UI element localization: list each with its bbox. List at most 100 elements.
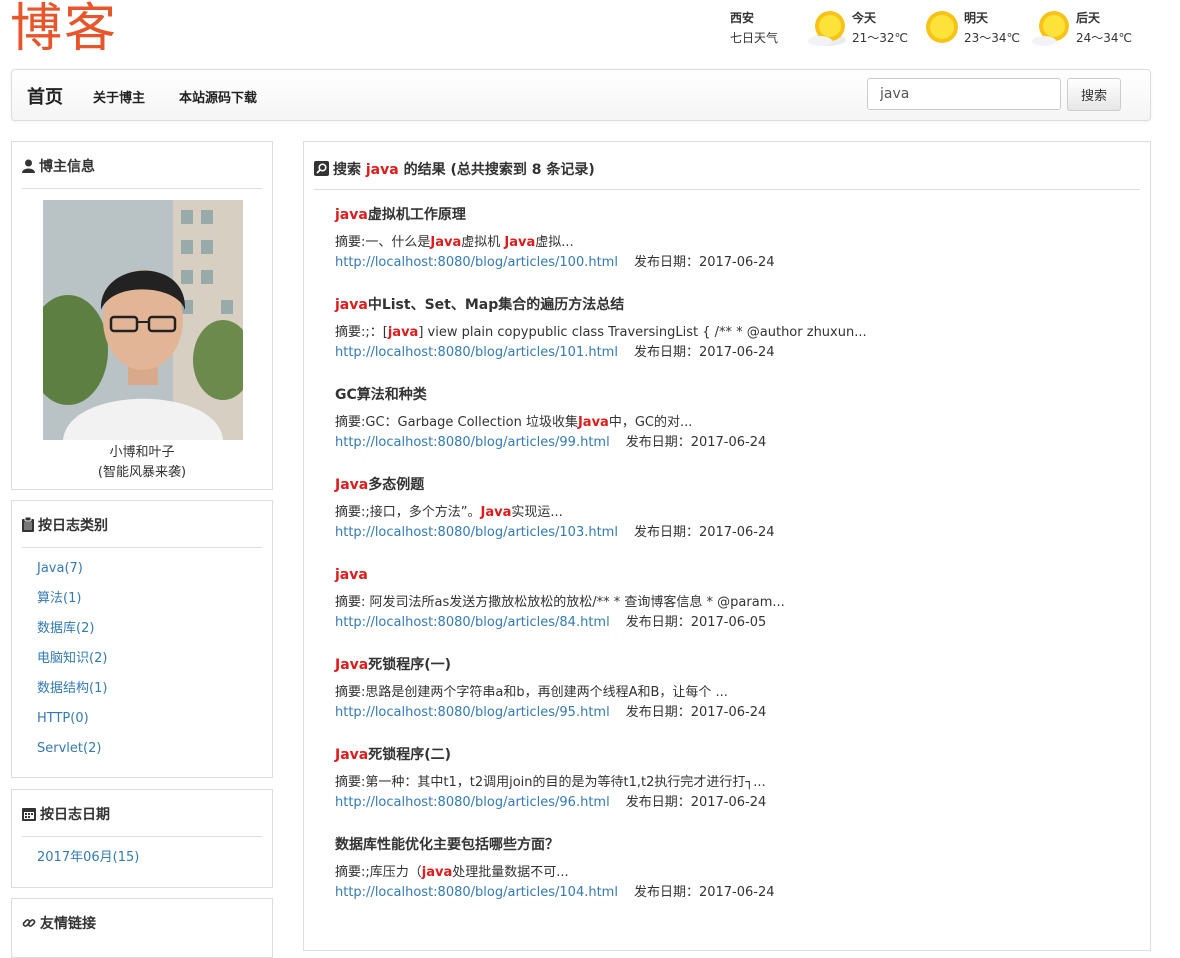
result-title-keyword: java [335,297,368,313]
result-summary: 摘要:一、什么是Java虚拟机 Java虚拟... [335,234,1115,252]
list-item: 数据库(2) [37,619,107,649]
result-title-text: 中List、Set、Map集合的遍历方法总结 [367,297,625,313]
result-meta: http://localhost:8080/blog/articles/84.h… [335,614,1115,632]
result-meta: http://localhost:8080/blog/articles/103.… [335,524,1115,542]
sunny-icon [808,11,846,46]
weather-day-after: 后天 24～34℃ [1032,8,1144,48]
results-keyword: java [365,162,399,178]
nav-about[interactable]: 关于博主 [93,87,145,106]
list-item: 数据结构(1) [37,679,107,709]
result-title-text: 数据库性能优化主要包括哪些方面？ [335,837,559,853]
search-input[interactable] [867,78,1061,110]
date-title-text: 按日志日期 [40,807,110,823]
summary-keyword: Java [577,415,609,430]
date-link-2017-06[interactable]: 2017年06月(15) [37,850,139,865]
clipboard-icon [22,517,34,532]
result-date: 发布日期：2017-06-24 [633,345,775,360]
summary-text: 虚拟机 [461,235,505,250]
user-icon [22,159,35,173]
summary-keyword: Java [504,235,536,250]
result-title[interactable]: 数据库性能优化主要包括哪些方面？ [335,836,1115,854]
nav-home[interactable]: 首页 [27,83,63,109]
result-date: 发布日期：2017-06-05 [625,615,767,630]
result-url-link[interactable]: http://localhost:8080/blog/articles/104.… [335,885,618,900]
category-link-java[interactable]: Java(7) [37,561,83,576]
result-date: 发布日期：2017-06-24 [625,435,767,450]
search-icon [314,161,329,176]
result-date: 发布日期：2017-06-24 [633,885,775,900]
summary-text: 实现运... [511,505,563,520]
date-list: 2017年06月(15) [37,848,139,878]
search-button[interactable]: 搜索 [1067,78,1121,111]
summary-text: 摘要: 阿发司法所as发送方撒放松放松的放松/** * 查询博客信息 * @pa… [335,595,785,610]
category-title: 按日志类别 [22,517,108,535]
result-meta: http://localhost:8080/blog/articles/96.h… [335,794,1115,812]
category-link-http[interactable]: HTTP(0) [37,711,89,726]
result-title[interactable]: java [335,566,1115,584]
results-title: 搜索 java 的结果 (总共搜索到 8 条记录) [314,159,595,179]
avatar [43,200,243,440]
result-title-keyword: Java [335,477,369,493]
list-item: Servlet(2) [37,739,107,769]
result-date: 发布日期：2017-06-24 [625,705,767,720]
result-url-link[interactable]: http://localhost:8080/blog/articles/101.… [335,345,618,360]
result-url-link[interactable]: http://localhost:8080/blog/articles/95.h… [335,705,610,720]
result-title-text: 死锁程序(一) [368,657,452,673]
result-url-link[interactable]: http://localhost:8080/blog/articles/99.h… [335,435,610,450]
summary-keyword: java [387,325,419,340]
category-link-servlet[interactable]: Servlet(2) [37,741,101,756]
list-item: GC算法和种类 摘要:GC：Garbage Collection 垃圾收集Java… [335,386,1115,452]
summary-text: 摘要:第一种：其中t1，t2调用join的目的是为等待t1,t2执行完才进行打┐… [335,775,766,790]
profile-panel: 博主信息 小博和叶子 (智能风暴来袭) [11,141,273,490]
list-item: 数据库性能优化主要包括哪些方面？ 摘要:;库压力（java处理批量数据不可... h… [335,836,1115,902]
result-date: 发布日期：2017-06-24 [633,525,775,540]
result-title[interactable]: GC算法和种类 [335,386,1115,404]
category-title-text: 按日志类别 [38,518,108,534]
category-list: Java(7) 算法(1) 数据库(2) 电脑知识(2) 数据结构(1) HTT… [37,559,107,769]
list-item: 2017年06月(15) [37,848,139,878]
summary-text: 中，GC的对... [608,415,693,430]
result-meta: http://localhost:8080/blog/articles/95.h… [335,704,1115,722]
list-item: Java死锁程序(二) 摘要:第一种：其中t1，t2调用join的目的是为等待t1… [335,746,1115,812]
category-panel: 按日志类别 Java(7) 算法(1) 数据库(2) 电脑知识(2) 数据结构(… [11,500,273,778]
result-summary: 摘要:第一种：其中t1，t2调用join的目的是为等待t1,t2执行完才进行打┐… [335,774,1115,792]
friend-links-panel: 友情链接 [11,898,273,958]
summary-text: 摘要:;接口，多个方法”。 [335,505,481,520]
result-url-link[interactable]: http://localhost:8080/blog/articles/100.… [335,255,618,270]
weather-city-block: 西安 七日天气 [730,8,800,48]
list-item: Java多态例题 摘要:;接口，多个方法”。Java实现运... http://lo… [335,476,1115,542]
category-link-computer[interactable]: 电脑知识(2) [37,651,107,666]
nav-source-download[interactable]: 本站源码下载 [179,87,257,106]
list-item: HTTP(0) [37,709,107,739]
calendar-icon [22,808,36,821]
weather-label: 七日天气 [730,31,779,45]
result-meta: http://localhost:8080/blog/articles/100.… [335,254,1115,272]
result-url-link[interactable]: http://localhost:8080/blog/articles/96.h… [335,795,610,810]
result-url-link[interactable]: http://localhost:8080/blog/articles/84.h… [335,615,610,630]
weather-day-label: 后天 [1076,11,1101,25]
category-link-database[interactable]: 数据库(2) [37,621,94,636]
result-title[interactable]: Java死锁程序(二) [335,746,1115,764]
results-title-suffix: 的结果 (总共搜索到 8 条记录) [398,162,595,178]
weather-tomorrow: 明天 23～34℃ [920,8,1032,48]
result-title[interactable]: java虚拟机工作原理 [335,206,1115,224]
result-summary: 摘要:;接口，多个方法”。Java实现运... [335,504,1115,522]
category-link-algorithm[interactable]: 算法(1) [37,591,81,606]
date-title: 按日志日期 [22,806,110,824]
result-summary: 摘要:;：[java] view plain copypublic class … [335,324,1115,342]
list-item: java 摘要: 阿发司法所as发送方撒放松放松的放松/** * 查询博客信息 *… [335,566,1115,632]
summary-text: ] view plain copypublic class Traversing… [418,325,867,340]
result-url-link[interactable]: http://localhost:8080/blog/articles/103.… [335,525,618,540]
result-title[interactable]: Java多态例题 [335,476,1115,494]
result-summary: 摘要:思路是创建两个字符串a和b，再创建两个线程A和B，让每个 ... [335,684,1115,702]
result-title[interactable]: java中List、Set、Map集合的遍历方法总结 [335,296,1115,314]
result-title-keyword: Java [335,747,369,763]
result-title[interactable]: Java死锁程序(一) [335,656,1115,674]
navbar: 首页 关于博主 本站源码下载 搜索 [11,69,1151,121]
result-meta: http://localhost:8080/blog/articles/104.… [335,884,1115,902]
sunny-icon [1032,11,1069,46]
results-title-prefix: 搜索 [333,162,366,178]
result-title-text: GC算法和种类 [335,387,427,403]
result-title-keyword: java [335,567,368,583]
category-link-data-structure[interactable]: 数据结构(1) [37,681,107,696]
